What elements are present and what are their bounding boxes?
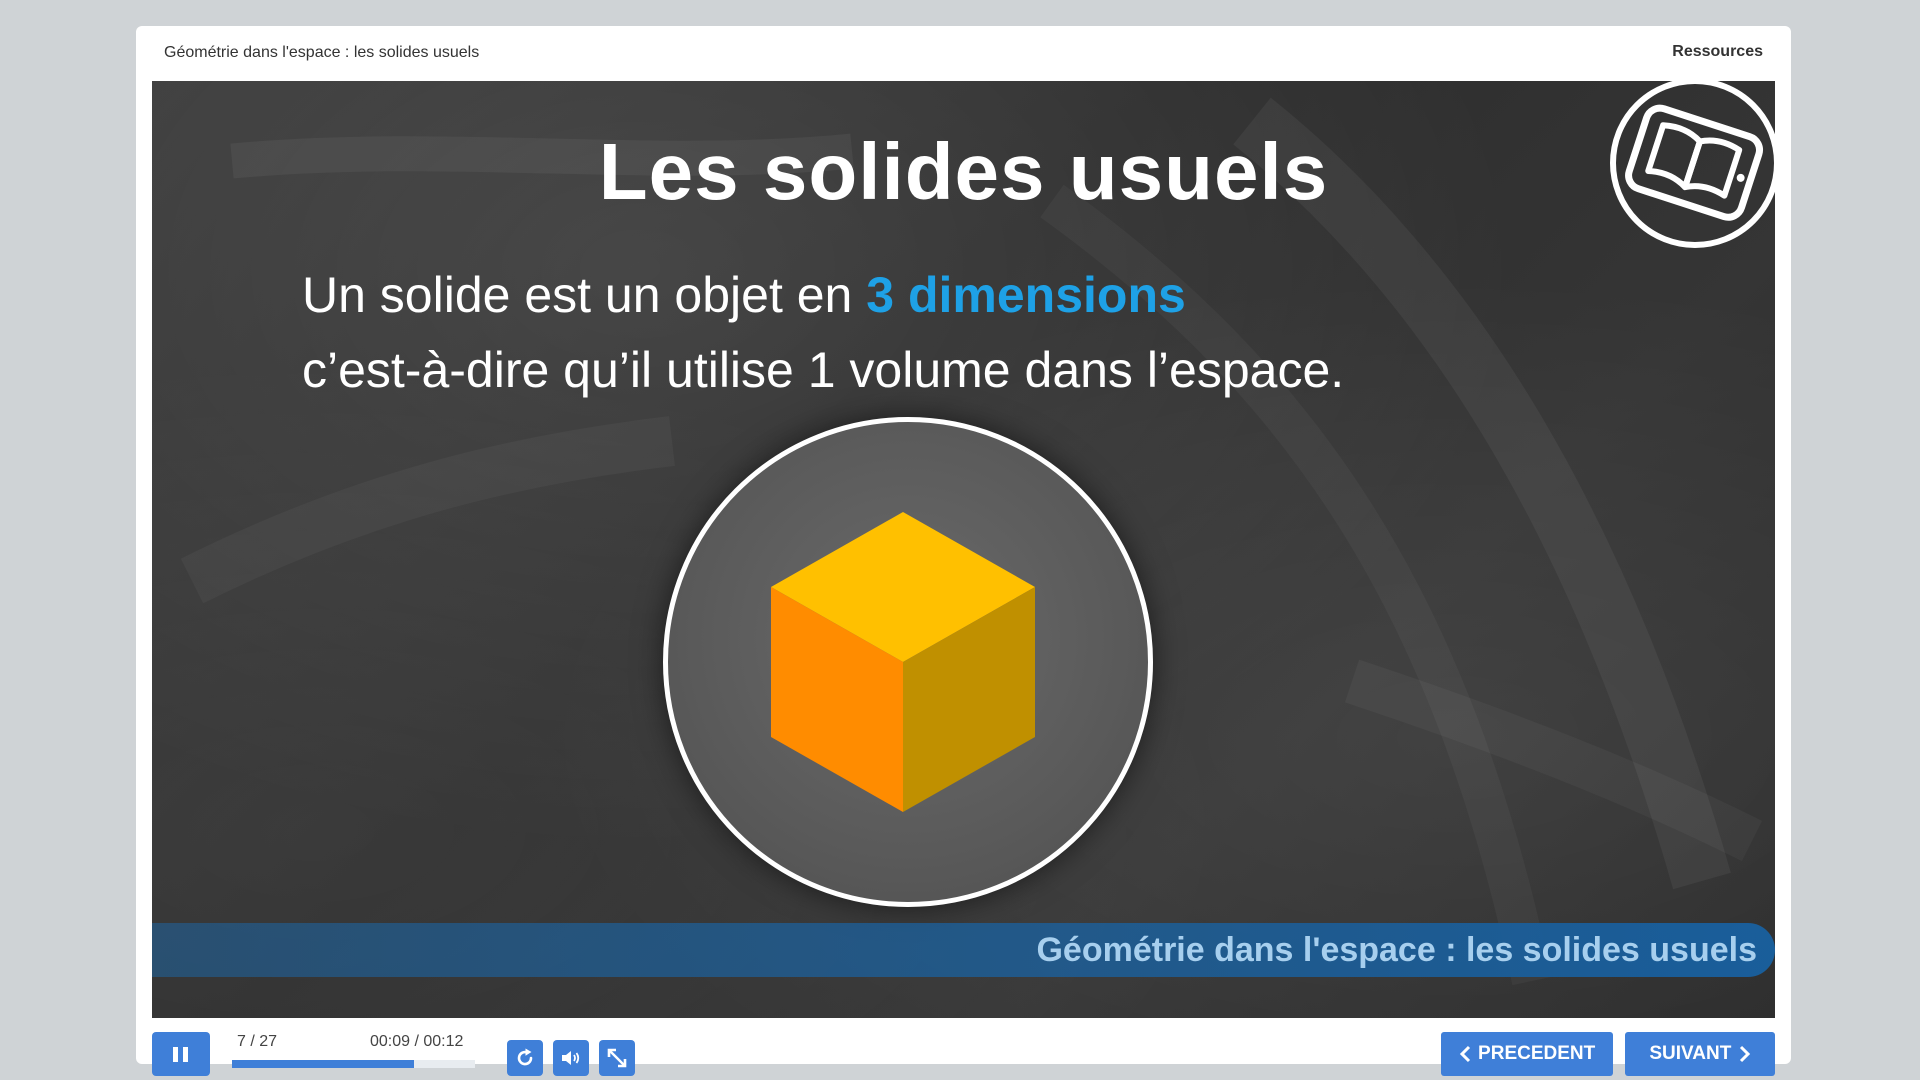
progress-bar[interactable] — [232, 1060, 475, 1068]
chevron-right-icon — [1739, 1045, 1750, 1063]
progress-fill — [232, 1060, 415, 1068]
pause-icon — [173, 1047, 178, 1062]
player-controls: 7 / 27 00:09 / 00:12 PRECEDENT SUIVANT — [136, 1018, 1791, 1076]
slide-title: Les solides usuels — [598, 127, 1329, 216]
next-button[interactable]: SUIVANT — [1625, 1032, 1775, 1076]
course-player: Géométrie dans l'espace : les solides us… — [136, 26, 1791, 1076]
replay-button[interactable] — [507, 1040, 543, 1076]
book-tablet-icon[interactable] — [1609, 81, 1775, 249]
replay-icon — [517, 1048, 533, 1066]
time-readout: 00:09 / 00:12 — [370, 1033, 464, 1050]
player-topbar: Géométrie dans l'espace : les solides us… — [136, 26, 1791, 81]
pause-icon-bar — [183, 1047, 188, 1062]
resources-link[interactable]: Ressources — [1672, 43, 1763, 61]
highlight-dimensions: 3 dimensions — [866, 267, 1186, 323]
slide-caption: Géométrie dans l'espace : les solides us… — [1036, 931, 1757, 969]
volume-icon — [562, 1051, 580, 1065]
previous-label: PRECEDENT — [1478, 1043, 1596, 1064]
cube-illustration-circle — [663, 417, 1153, 907]
fullscreen-icon — [607, 1048, 627, 1068]
chevron-left-icon — [1459, 1045, 1470, 1063]
volume-button[interactable] — [553, 1040, 589, 1076]
slide-counter: 7 / 27 — [237, 1033, 278, 1050]
previous-button[interactable]: PRECEDENT — [1441, 1032, 1613, 1076]
line1-text: Un solide est un objet en — [302, 267, 867, 323]
next-label: SUIVANT — [1649, 1043, 1732, 1064]
slide-area: Les solides usuels Un solide est un obje… — [152, 81, 1775, 1018]
slide-text-line-1: Un solide est un objet en 3 dimensions — [302, 266, 1186, 324]
course-title: Géométrie dans l'espace : les solides us… — [164, 44, 480, 61]
fullscreen-button[interactable] — [599, 1040, 635, 1076]
slide-caption-band: Géométrie dans l'espace : les solides us… — [152, 923, 1775, 977]
cube-icon — [771, 512, 1035, 812]
slide-text-line-2: c’est-à-dire qu’il utilise 1 volume dans… — [302, 342, 1345, 398]
pause-button[interactable] — [152, 1032, 210, 1076]
